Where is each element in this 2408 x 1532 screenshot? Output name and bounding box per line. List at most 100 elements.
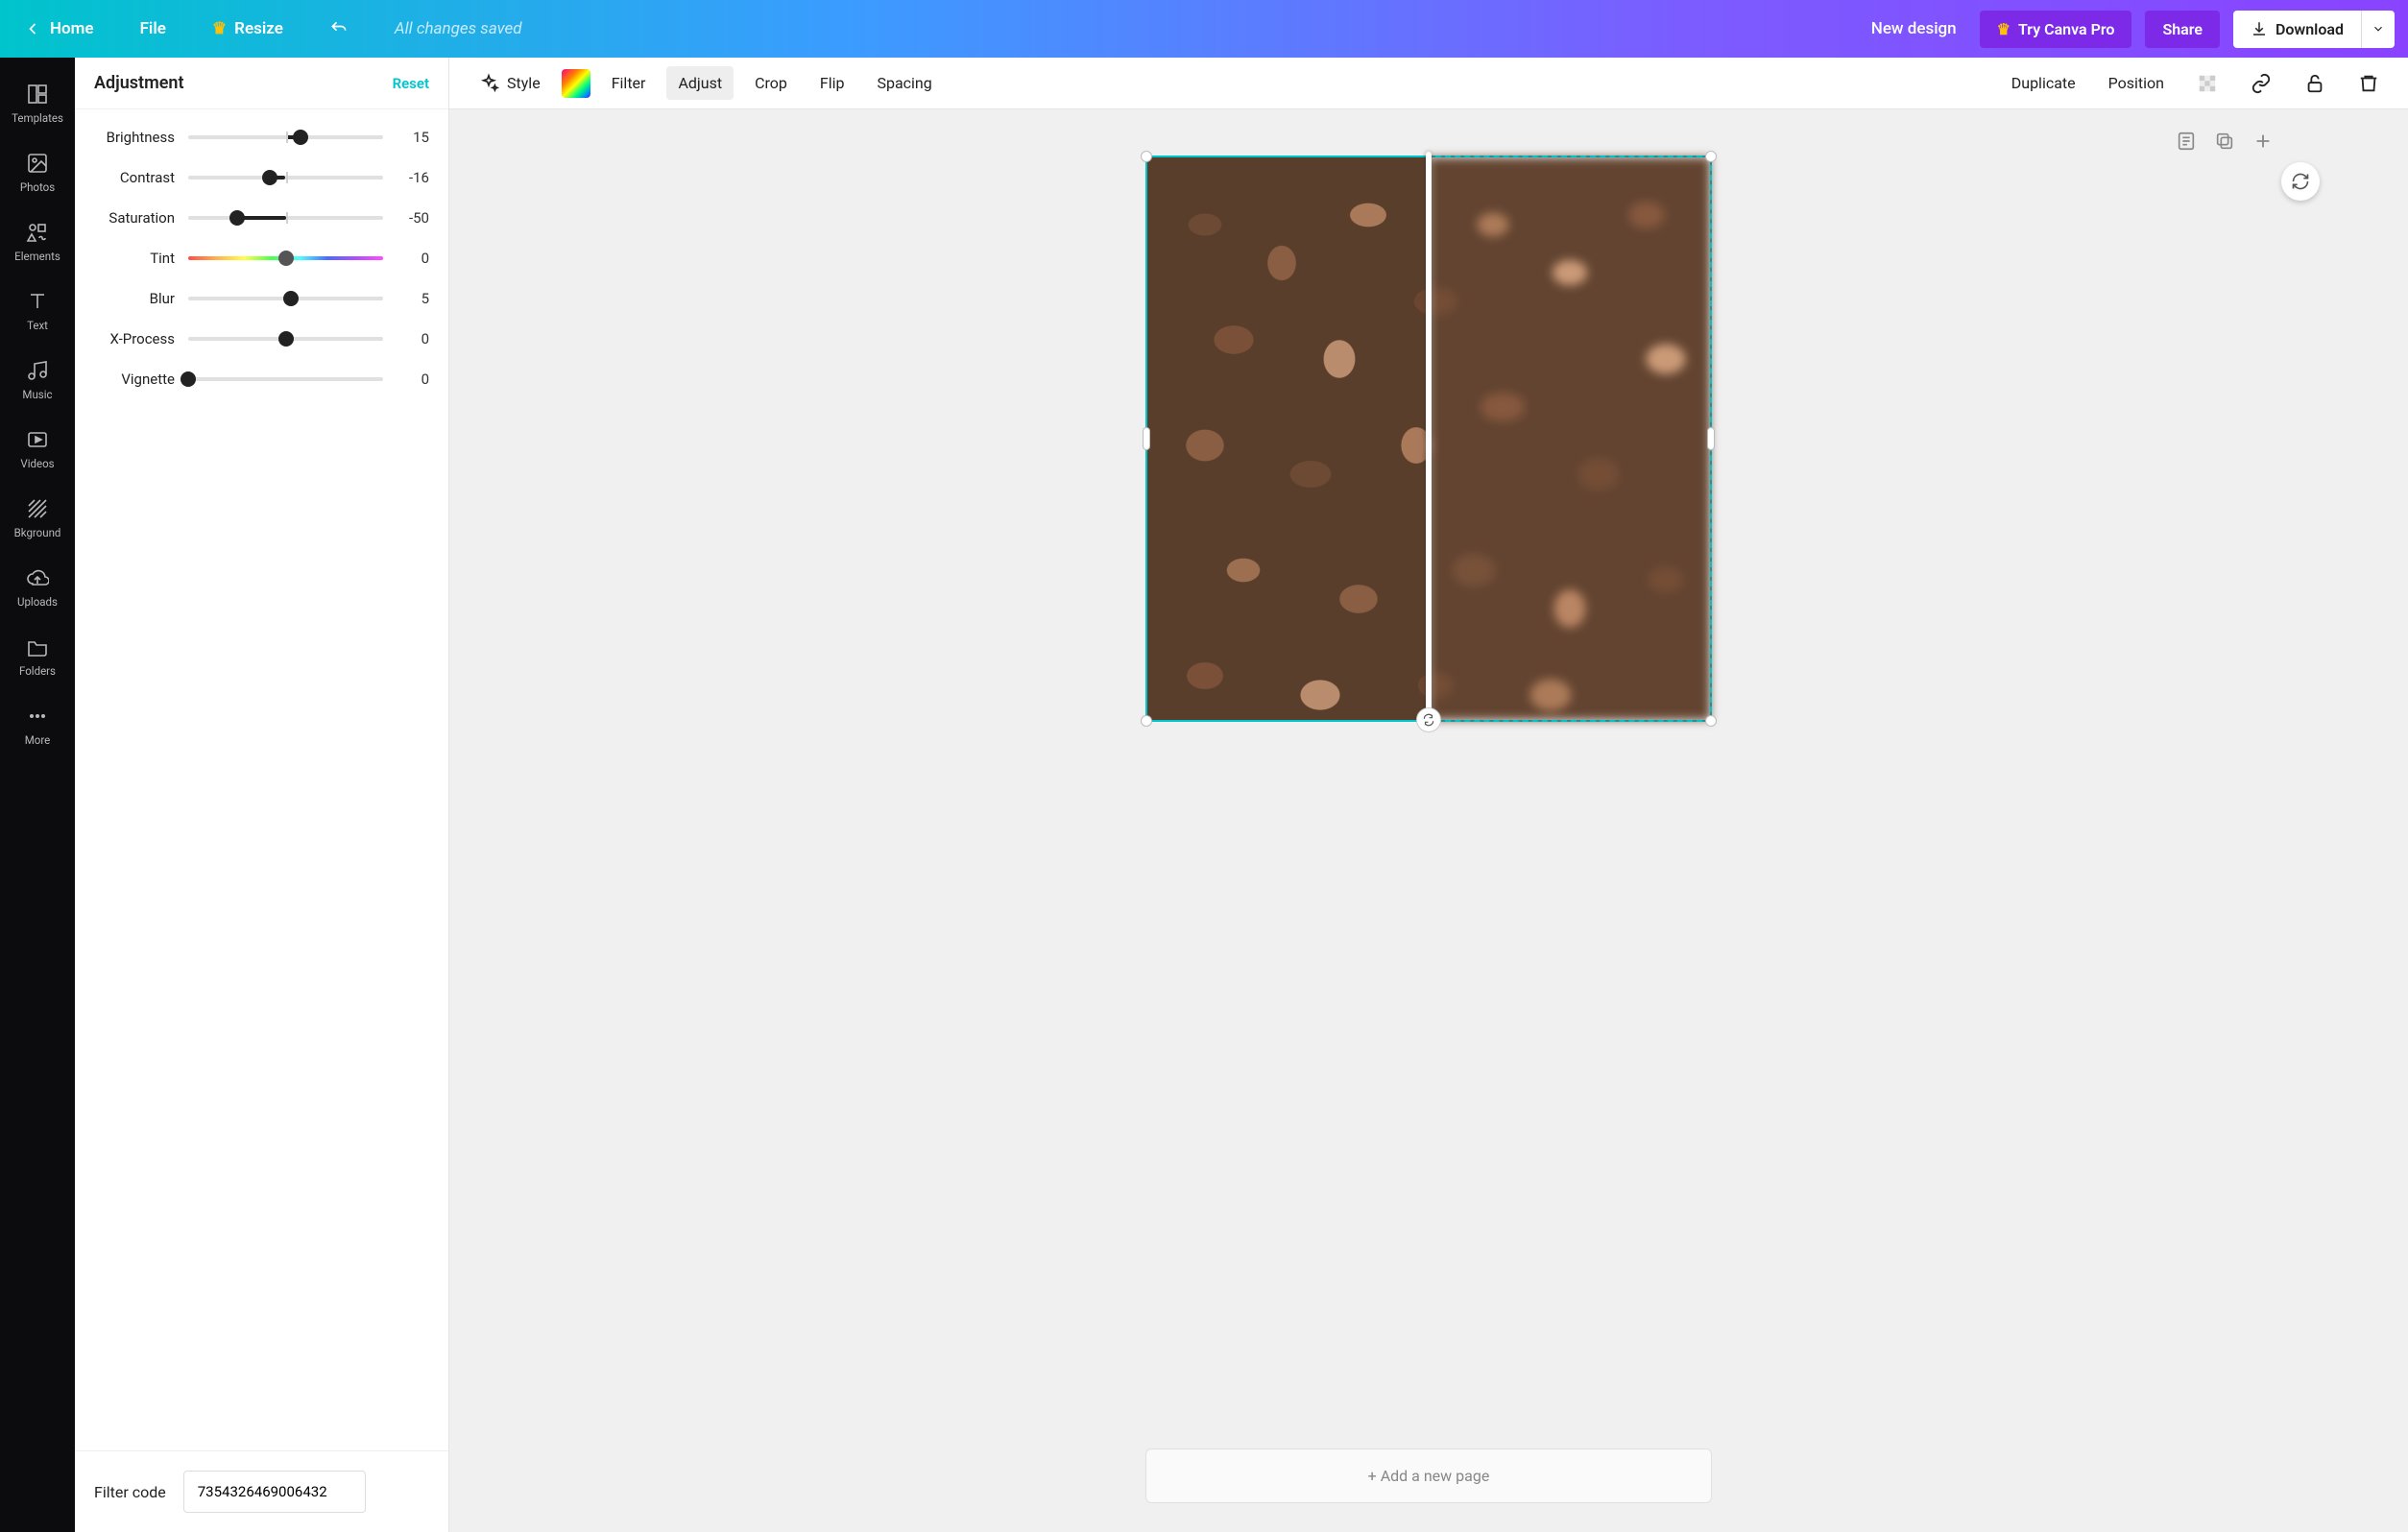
slider-value: -16 [397, 169, 429, 186]
lock-button[interactable] [2293, 65, 2337, 102]
slider-knob[interactable] [229, 210, 245, 226]
filter-code-input[interactable] [183, 1471, 366, 1513]
rail-photos[interactable]: Photos [0, 140, 75, 205]
resize-handle-br[interactable] [1705, 715, 1717, 727]
selected-image-frame[interactable] [1145, 156, 1712, 722]
uploads-icon [26, 566, 49, 589]
slider-label: Blur [94, 290, 175, 307]
home-label: Home [50, 19, 94, 38]
rail-templates[interactable]: Templates [0, 71, 75, 136]
file-menu[interactable]: File [131, 12, 176, 46]
try-pro-label: Try Canva Pro [2018, 20, 2114, 38]
slider-track[interactable] [188, 377, 383, 381]
compare-divider[interactable] [1426, 152, 1432, 726]
crop-button[interactable]: Crop [743, 66, 799, 100]
slider-label: Contrast [94, 169, 175, 186]
slider-row: Saturation-50 [94, 209, 429, 227]
rail-background[interactable]: Bkground [0, 486, 75, 551]
rail-videos[interactable]: Videos [0, 417, 75, 482]
slider-knob[interactable] [293, 130, 308, 145]
color-swatch[interactable] [562, 69, 590, 98]
background-icon [26, 497, 49, 520]
rail-more[interactable]: More [0, 693, 75, 758]
position-button[interactable]: Position [2097, 66, 2176, 100]
crown-icon: ♛ [1997, 20, 2011, 38]
slider-knob[interactable] [283, 291, 299, 306]
download-label: Download [2276, 20, 2344, 38]
slider-label: Saturation [94, 209, 175, 227]
top-bar: Home File ♛ Resize All changes saved New… [0, 0, 2408, 58]
adjust-button[interactable]: Adjust [666, 66, 734, 100]
rail-music[interactable]: Music [0, 347, 75, 413]
notes-icon[interactable] [2176, 131, 2197, 152]
resize-handle-ml[interactable] [1143, 427, 1150, 450]
slider-row: X-Process0 [94, 330, 429, 347]
slider-track[interactable] [188, 176, 383, 180]
slider-track[interactable] [188, 297, 383, 300]
slider-row: Contrast -16 [94, 169, 429, 186]
sparkle-icon [478, 73, 499, 94]
slider-value: 0 [397, 371, 429, 388]
resize-button[interactable]: ♛ Resize [203, 12, 293, 46]
sync-icon [1422, 713, 1435, 727]
rail-label: Videos [20, 457, 54, 470]
slider-value: 0 [397, 330, 429, 347]
slider-knob[interactable] [181, 371, 196, 387]
slider-knob[interactable] [278, 251, 294, 266]
resize-handle-tl[interactable] [1141, 151, 1152, 162]
rail-uploads[interactable]: Uploads [0, 555, 75, 620]
cycle-button[interactable] [2281, 162, 2320, 201]
rail-label: Bkground [14, 526, 61, 539]
slider-knob[interactable] [278, 331, 294, 347]
text-icon [26, 290, 49, 313]
slider-track[interactable] [188, 256, 383, 260]
new-design-button[interactable]: New design [1862, 12, 1966, 46]
undo-button[interactable] [320, 12, 358, 46]
preview-adjusted [1429, 157, 1710, 720]
rail-elements[interactable]: Elements [0, 209, 75, 275]
resize-handle-tr[interactable] [1705, 151, 1717, 162]
resize-handle-bl[interactable] [1141, 715, 1152, 727]
templates-icon [26, 83, 49, 106]
sync-badge[interactable] [1416, 707, 1441, 732]
slider-row: Blur 5 [94, 290, 429, 307]
download-caret[interactable] [2361, 11, 2395, 48]
slider-knob[interactable] [262, 170, 277, 185]
spacing-button[interactable]: Spacing [865, 66, 943, 100]
resize-handle-mr[interactable] [1707, 427, 1715, 450]
more-icon [26, 705, 49, 728]
lock-icon [2304, 73, 2325, 94]
add-page-icon[interactable] [2252, 131, 2274, 152]
reset-button[interactable]: Reset [393, 75, 429, 92]
slider-track[interactable] [188, 337, 383, 341]
delete-button[interactable] [2347, 65, 2391, 102]
style-label: Style [507, 74, 541, 92]
filter-button[interactable]: Filter [600, 66, 658, 100]
slider-value: 5 [397, 290, 429, 307]
add-page-button[interactable]: + Add a new page [1145, 1448, 1712, 1503]
folders-icon [26, 635, 49, 658]
share-button[interactable]: Share [2145, 11, 2220, 48]
duplicate-button[interactable]: Duplicate [2000, 66, 2087, 100]
transparency-button[interactable] [2185, 65, 2229, 102]
try-pro-button[interactable]: ♛ Try Canva Pro [1980, 11, 2132, 48]
canvas-area[interactable]: + Add a new page [449, 109, 2408, 1532]
rail-text[interactable]: Text [0, 278, 75, 344]
flip-button[interactable]: Flip [808, 66, 856, 100]
slider-zero-tick [286, 172, 288, 183]
slider-value: 0 [397, 250, 429, 267]
slider-row: Vignette0 [94, 371, 429, 388]
refresh-icon [2291, 172, 2310, 191]
resize-label: Resize [234, 19, 283, 38]
home-button[interactable]: Home [13, 12, 104, 46]
slider-track[interactable] [188, 216, 383, 220]
rail-folders[interactable]: Folders [0, 624, 75, 689]
duplicate-page-icon[interactable] [2214, 131, 2235, 152]
download-button[interactable]: Download [2233, 11, 2361, 48]
rail-label: Music [22, 388, 52, 401]
magic-button[interactable]: Style [467, 65, 552, 102]
rail-label: Photos [20, 180, 55, 194]
link-button[interactable] [2239, 65, 2283, 102]
rail-label: Folders [19, 664, 56, 678]
slider-track[interactable] [188, 135, 383, 139]
